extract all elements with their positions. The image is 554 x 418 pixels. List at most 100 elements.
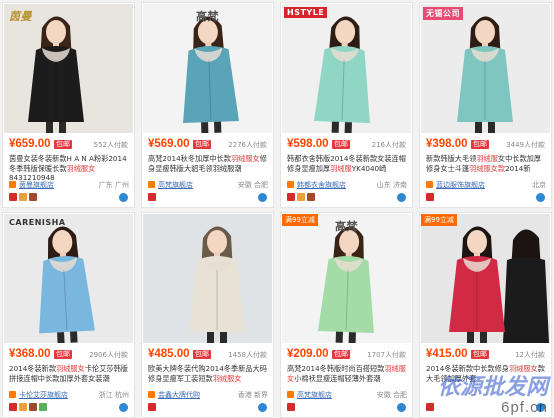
service-green-icon[interactable]	[39, 403, 47, 411]
service-icons	[287, 193, 408, 203]
title-text: 2014冬装新款中长款修身	[426, 364, 509, 373]
location: 浙江 杭州	[98, 391, 129, 399]
title-text: 新款韩版大毛领	[426, 154, 477, 163]
shop-link[interactable]: 茵曼旗舰店	[19, 180, 54, 190]
shop-row	[426, 390, 548, 400]
shop-row: 韩都衣舍旗舰店 山东 济南	[287, 180, 409, 190]
service-brown-icon[interactable]	[307, 193, 315, 201]
title-text: 高梵2014冬韩版时尚百搭短款	[287, 364, 385, 373]
shop-icon	[148, 181, 155, 188]
location: 香港 新界	[237, 391, 268, 399]
title-text: YK4040崎	[351, 163, 387, 173]
service-red-icon[interactable]	[9, 403, 17, 411]
product-image[interactable]: 茵曼	[4, 4, 133, 133]
product-title[interactable]: 高梵2014冬韩版时尚百搭短款羽绒服女小棉袄显瘦连帽轻薄外套潮	[287, 364, 407, 383]
title-text: 2014冬装新款	[9, 364, 57, 373]
product-card[interactable]: 高梵 ¥569.00 包邮 2276人付款 高梵2014秋冬加厚中长款羽绒服女修身…	[141, 2, 274, 208]
product-title[interactable]: 新款韩版大毛领羽绒服女中长款加厚修身女士斗篷羽绒服女款2014新	[426, 154, 546, 173]
shop-link[interactable]: 高梵旗舰店	[158, 180, 193, 190]
shop-icon	[287, 391, 294, 398]
shop-row: 芸鑫大牌代购 香港 新界	[148, 390, 270, 400]
brand-logo: 无锡公司	[423, 7, 463, 20]
chat-icon[interactable]	[397, 193, 406, 202]
brand-logo: 高梵	[335, 220, 358, 233]
product-title[interactable]: 2014冬装新款羽绒服女卡伦艾莎韩版拼接连帽中长款加厚外套女装潮	[9, 364, 129, 383]
chat-icon[interactable]	[119, 403, 128, 412]
location: 广东 广州	[98, 181, 129, 189]
price: ¥659.00	[9, 138, 51, 150]
price-row: ¥659.00 包邮 552人付款	[9, 138, 130, 152]
service-red-icon[interactable]	[426, 403, 434, 411]
service-brown-icon[interactable]	[29, 403, 37, 411]
service-red-icon[interactable]	[426, 193, 434, 201]
product-card[interactable]: ¥485.00 包邮 1458人付款 欧美大牌冬装代购2014冬季新品大码修身显瘦…	[141, 212, 274, 418]
service-red-icon[interactable]	[287, 403, 295, 411]
title-keyword: 羽绒服	[330, 163, 352, 173]
shop-row: 高梵旗舰店 安徽 合肥	[148, 180, 270, 190]
product-card[interactable]: 满99立减 ¥415.00 包邮 12人付款 2014冬装新款中长款修身羽绒服女款…	[419, 212, 552, 418]
price: ¥368.00	[9, 348, 51, 360]
product-image[interactable]: 高梵	[143, 4, 272, 133]
location: 安徽 合肥	[237, 181, 268, 189]
title-keyword: 羽绒服女	[230, 154, 260, 163]
brand-logo: 茵曼	[9, 10, 32, 23]
product-image[interactable]: 无锡公司	[421, 4, 550, 133]
product-image[interactable]	[143, 214, 272, 343]
shop-link[interactable]: 蓝边服饰旗舰店	[436, 180, 485, 190]
product-title[interactable]: 韩都衣舍韩版2014冬装新款女装连帽修身显瘦加厚羽绒服YK4040崎	[287, 154, 407, 173]
shop-link[interactable]: 卡伦艾莎旗舰店	[19, 390, 68, 400]
free-shipping-badge: 包邮	[471, 350, 489, 359]
product-image[interactable]: CARENISHA	[4, 214, 133, 343]
free-shipping-badge: 包邮	[193, 350, 211, 359]
shop-link[interactable]: 高梵旗舰店	[297, 390, 332, 400]
price: ¥415.00	[426, 348, 468, 360]
service-red-icon[interactable]	[287, 193, 295, 201]
title-keyword: 羽绒服	[476, 154, 498, 163]
chat-icon[interactable]	[258, 193, 267, 202]
service-red-icon[interactable]	[9, 193, 17, 201]
product-image[interactable]: 高梵 满99立减	[282, 214, 411, 343]
chat-icon[interactable]	[258, 403, 267, 412]
chat-icon[interactable]	[536, 193, 545, 202]
service-red-icon[interactable]	[148, 403, 156, 411]
product-card[interactable]: 无锡公司 ¥398.00 包邮 3449人付款新款韩版大毛领羽绒服女中长款加厚修…	[419, 2, 552, 208]
price-row: ¥209.00 包邮 1707人付款	[287, 348, 408, 362]
price: ¥209.00	[287, 348, 329, 360]
product-image[interactable]: HSTYLE	[282, 4, 411, 133]
product-card[interactable]: 高梵 满99立减 ¥209.00 包邮 1707人付款高梵2014冬韩版时尚百搭短…	[280, 212, 413, 418]
shop-link[interactable]: 韩都衣舍旗舰店	[297, 180, 346, 190]
shop-icon	[9, 391, 16, 398]
sold-count: 216人付款	[371, 141, 406, 149]
service-gold-icon[interactable]	[19, 403, 27, 411]
product-title[interactable]: 茵曼女装冬装新款H A N A粉彩2014冬季韩版保暖长款羽绒服女8431210…	[9, 154, 129, 183]
promo-badge: 满99立减	[421, 214, 457, 226]
price-row: ¥598.00 包邮 216人付款	[287, 138, 408, 152]
title-text: 欧美大牌冬装代购2014冬季新品大码修身显瘦军工装短款	[148, 364, 267, 383]
service-brown-icon[interactable]	[29, 193, 37, 201]
shop-link[interactable]: 芸鑫大牌代购	[158, 390, 200, 400]
title-keyword: 羽绒服女	[212, 373, 242, 383]
product-card[interactable]: HSTYLE ¥598.00 包邮 216人付款韩都衣舍韩版2014冬装新款女装…	[280, 2, 413, 208]
product-title[interactable]: 高梵2014秋冬加厚中长款羽绒服女修身显瘦韩版大貂毛领羽绒服潮	[148, 154, 268, 173]
chat-icon[interactable]	[536, 403, 545, 412]
shop-icon	[148, 391, 155, 398]
free-shipping-badge: 包邮	[54, 350, 72, 359]
location: 安徽 合肥	[376, 391, 407, 399]
title-keyword: 羽绒服女款	[469, 163, 506, 173]
service-icons	[287, 403, 408, 413]
service-gold-icon[interactable]	[19, 193, 27, 201]
chat-icon[interactable]	[119, 193, 128, 202]
chat-icon[interactable]	[397, 403, 406, 412]
product-title[interactable]: 2014冬装新款中长款修身羽绒服女款大毛领加厚外套	[426, 364, 546, 383]
brand-logo: HSTYLE	[284, 7, 328, 18]
price-row: ¥415.00 包邮 12人付款	[426, 348, 547, 362]
price-row: ¥398.00 包邮 3449人付款	[426, 138, 547, 152]
product-image[interactable]: 满99立减	[421, 214, 550, 343]
shop-row: 高梵旗舰店 安徽 合肥	[287, 390, 409, 400]
service-icons	[148, 403, 269, 413]
product-card[interactable]: 茵曼 ¥659.00 包邮 552人付款茵曼女装冬装新款H A N A粉彩201…	[2, 2, 135, 208]
product-title[interactable]: 欧美大牌冬装代购2014冬季新品大码修身显瘦军工装短款羽绒服女	[148, 364, 268, 383]
service-gold-icon[interactable]	[297, 193, 305, 201]
product-card[interactable]: CARENISHA ¥368.00 包邮 2906人付款 2014冬装新款羽绒服女…	[2, 212, 135, 418]
service-red-icon[interactable]	[148, 193, 156, 201]
